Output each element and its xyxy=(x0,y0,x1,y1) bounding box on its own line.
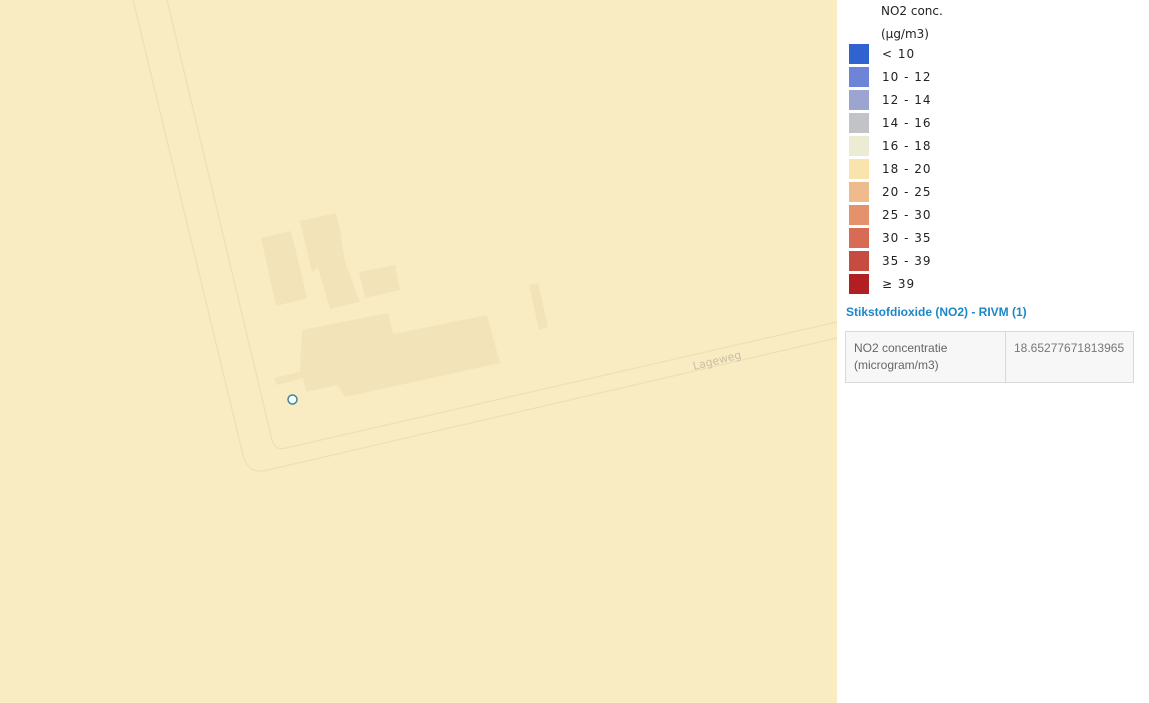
legend-swatch xyxy=(849,67,869,87)
side-panel: NO2 conc. (µg/m3) < 10 10 - 12 12 - 14 14 -… xyxy=(837,0,1149,703)
map-view[interactable]: Lageweg xyxy=(0,0,837,703)
legend-swatch xyxy=(849,90,869,110)
building xyxy=(529,283,548,330)
layer-title[interactable]: Stikstofdioxide (NO2) - RIVM (1) xyxy=(846,305,1027,319)
feature-info-table: NO2 concentratie (microgram/m3) 18.65277… xyxy=(845,331,1134,383)
legend-item: 16 - 18 xyxy=(849,136,932,156)
legend-label: 14 - 16 xyxy=(882,116,932,130)
legend-item: 25 - 30 xyxy=(849,205,932,225)
building xyxy=(300,213,360,309)
legend-item: 20 - 25 xyxy=(849,182,932,202)
map-canvas[interactable]: Lageweg xyxy=(0,0,837,703)
info-value: 18.65277671813965 xyxy=(1014,341,1125,355)
legend-swatch xyxy=(849,113,869,133)
legend-item: 10 - 12 xyxy=(849,67,932,87)
info-key-line2: (microgram/m3) xyxy=(854,358,939,372)
info-key: NO2 concentratie (microgram/m3) xyxy=(846,332,1006,382)
info-key-line1: NO2 concentratie xyxy=(854,341,948,355)
legend-label: 16 - 18 xyxy=(882,139,932,153)
legend-swatch xyxy=(849,251,869,271)
legend-label: 30 - 35 xyxy=(882,231,932,245)
legend-label: < 10 xyxy=(882,47,916,61)
legend-item: 14 - 16 xyxy=(849,113,932,133)
building xyxy=(359,265,400,298)
legend-swatch xyxy=(849,136,869,156)
building xyxy=(261,231,307,306)
road-outline xyxy=(132,0,837,472)
legend-swatch xyxy=(849,228,869,248)
legend-item: 30 - 35 xyxy=(849,228,932,248)
legend-label: 10 - 12 xyxy=(882,70,932,84)
legend-item: 18 - 20 xyxy=(849,159,932,179)
legend-swatch xyxy=(849,44,869,64)
legend-label: 12 - 14 xyxy=(882,93,932,107)
legend-label: 25 - 30 xyxy=(882,208,932,222)
legend-label: 35 - 39 xyxy=(882,254,932,268)
building xyxy=(274,313,500,397)
legend-item: 12 - 14 xyxy=(849,90,932,110)
legend-item: ≥ 39 xyxy=(849,274,915,294)
legend-unit: (µg/m3) xyxy=(881,27,929,41)
legend-item: 35 - 39 xyxy=(849,251,932,271)
legend-label: ≥ 39 xyxy=(882,277,916,291)
legend-swatch xyxy=(849,182,869,202)
road-outline-inner xyxy=(166,0,837,450)
location-circle-icon[interactable] xyxy=(287,394,298,405)
legend-swatch xyxy=(849,274,869,294)
legend-item: < 10 xyxy=(849,44,915,64)
buildings xyxy=(261,213,548,397)
legend-title: NO2 conc. xyxy=(881,4,943,18)
legend-label: 18 - 20 xyxy=(882,162,932,176)
street-label: Lageweg xyxy=(692,348,743,373)
legend-swatch xyxy=(849,159,869,179)
legend-label: 20 - 25 xyxy=(882,185,932,199)
legend-swatch xyxy=(849,205,869,225)
